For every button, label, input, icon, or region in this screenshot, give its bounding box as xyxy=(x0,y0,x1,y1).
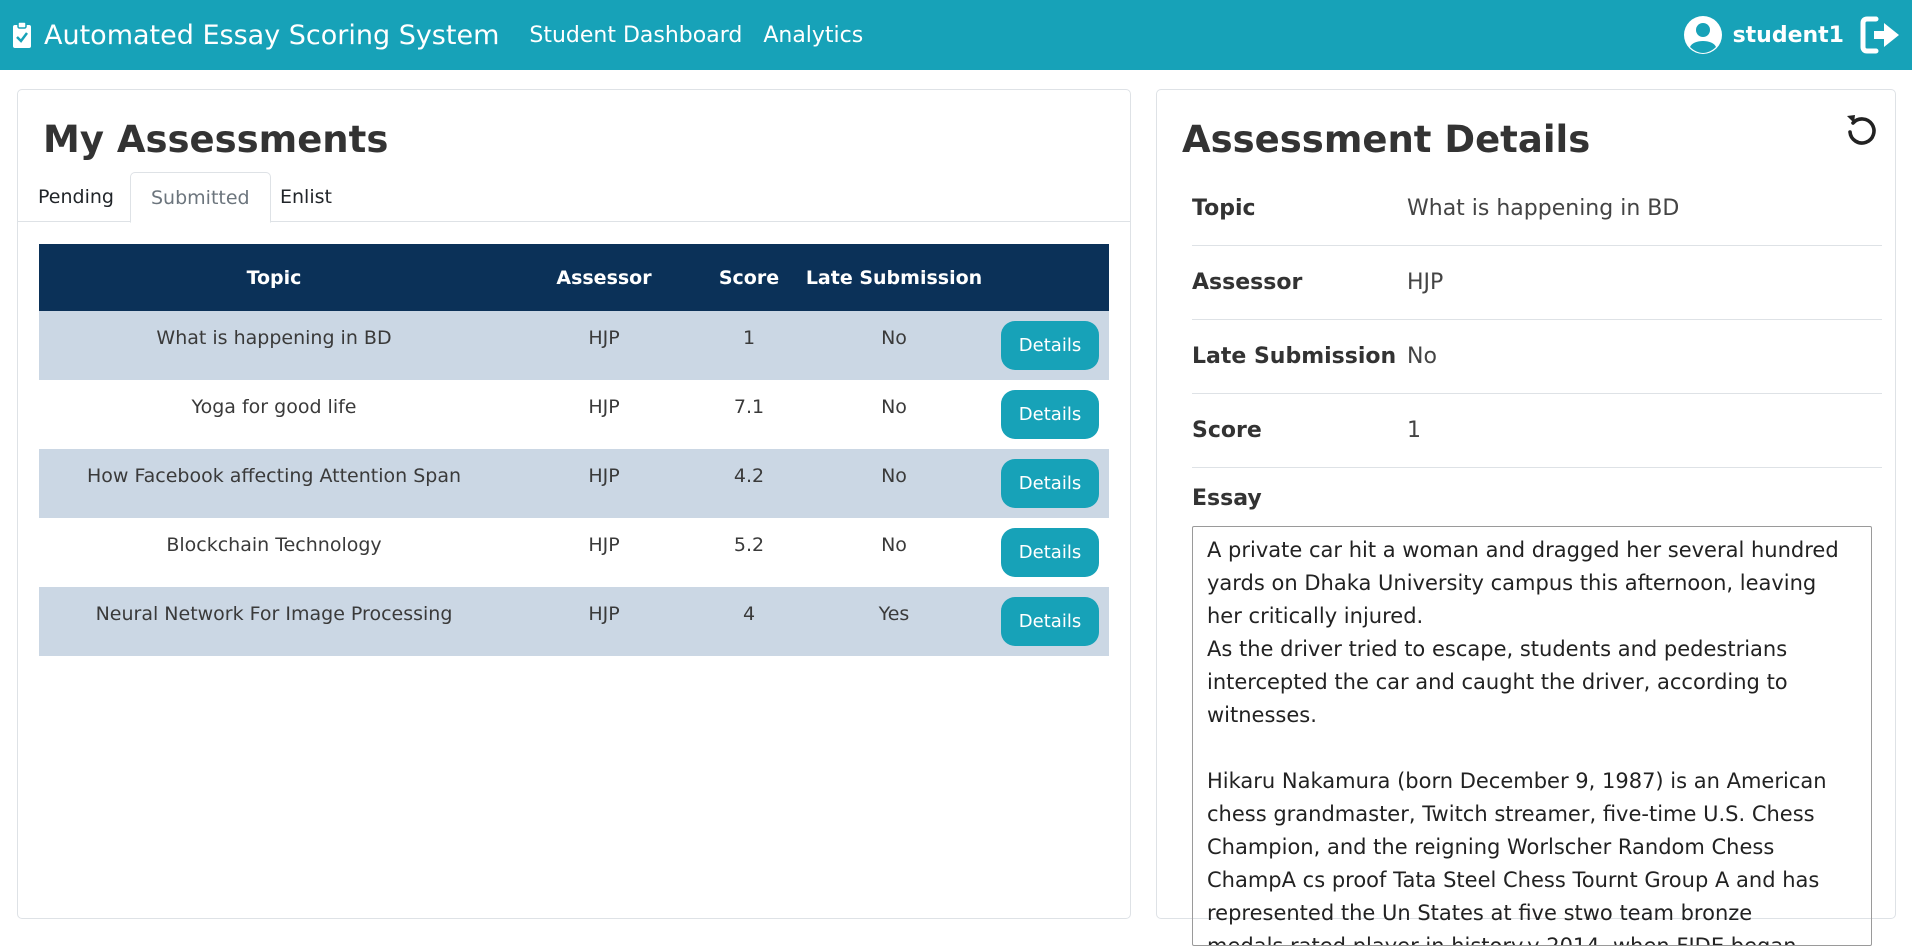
details-button[interactable]: Details xyxy=(1001,390,1099,439)
cell-assessor: HJP xyxy=(509,380,699,449)
detail-value-late-submission: No xyxy=(1407,344,1437,369)
details-button[interactable]: Details xyxy=(1001,597,1099,646)
cell-late: No xyxy=(799,311,989,380)
detail-value-score: 1 xyxy=(1407,418,1421,443)
column-header-action xyxy=(989,244,1109,311)
detail-label-late-submission: Late Submission xyxy=(1192,344,1397,369)
cell-late: No xyxy=(799,518,989,587)
cell-topic: Blockchain Technology xyxy=(39,518,509,587)
my-assessments-title: My Assessments xyxy=(43,118,389,161)
cell-late: No xyxy=(799,449,989,518)
refresh-icon[interactable] xyxy=(1844,112,1880,148)
cell-action: Details xyxy=(989,311,1109,380)
brand-title: Automated Essay Scoring System xyxy=(44,19,500,51)
cell-assessor: HJP xyxy=(509,518,699,587)
cell-topic: Yoga for good life xyxy=(39,380,509,449)
assessment-details-title: Assessment Details xyxy=(1182,118,1591,161)
table-row: Blockchain Technology HJP 5.2 No Details xyxy=(39,518,1109,587)
cell-assessor: HJP xyxy=(509,449,699,518)
column-header-topic: Topic xyxy=(39,244,509,311)
nav-student-dashboard[interactable]: Student Dashboard xyxy=(529,23,742,48)
essay-textarea[interactable]: A private car hit a woman and dragged he… xyxy=(1192,526,1872,946)
cell-score: 4.2 xyxy=(699,449,799,518)
brand-link[interactable]: Automated Essay Scoring System xyxy=(12,20,499,51)
assessment-tabs: Pending Submitted Enlist xyxy=(18,172,1130,223)
details-button[interactable]: Details xyxy=(1001,459,1099,508)
detail-row-topic: Topic What is happening in BD xyxy=(1192,172,1882,246)
tab-enlist[interactable]: Enlist xyxy=(260,172,352,222)
details-button[interactable]: Details xyxy=(1001,528,1099,577)
top-navbar: Automated Essay Scoring System Student D… xyxy=(0,0,1912,70)
cell-assessor: HJP xyxy=(509,311,699,380)
nav-analytics[interactable]: Analytics xyxy=(763,23,863,48)
assessment-details-card: Assessment Details Topic What is happeni… xyxy=(1156,89,1896,946)
detail-label-score: Score xyxy=(1192,418,1262,443)
column-header-late-submission: Late Submission xyxy=(799,244,989,311)
details-button[interactable]: Details xyxy=(1001,321,1099,370)
cell-score: 7.1 xyxy=(699,380,799,449)
detail-label-assessor: Assessor xyxy=(1192,270,1303,295)
essay-label: Essay xyxy=(1192,486,1262,511)
assessments-table: Topic Assessor Score Late Submission Wha… xyxy=(39,244,1109,656)
my-assessments-card: My Assessments Pending Submitted Enlist … xyxy=(17,89,1131,919)
cell-assessor: HJP xyxy=(509,587,699,656)
cell-topic: How Facebook affecting Attention Span xyxy=(39,449,509,518)
cell-late: Yes xyxy=(799,587,989,656)
cell-action: Details xyxy=(989,449,1109,518)
cell-score: 5.2 xyxy=(699,518,799,587)
user-circle-icon[interactable] xyxy=(1683,15,1723,55)
tab-pending[interactable]: Pending xyxy=(18,172,134,222)
table-row: Neural Network For Image Processing HJP … xyxy=(39,587,1109,656)
username[interactable]: student1 xyxy=(1733,23,1844,48)
cell-score: 1 xyxy=(699,311,799,380)
table-row: Yoga for good life HJP 7.1 No Details xyxy=(39,380,1109,449)
cell-late: No xyxy=(799,380,989,449)
cell-topic: Neural Network For Image Processing xyxy=(39,587,509,656)
clipboard-check-icon xyxy=(13,21,31,48)
detail-row-score: Score 1 xyxy=(1192,394,1882,468)
table-row: What is happening in BD HJP 1 No Details xyxy=(39,311,1109,380)
detail-row-assessor: Assessor HJP xyxy=(1192,246,1882,320)
sign-out-icon[interactable] xyxy=(1860,16,1902,54)
table-row: How Facebook affecting Attention Span HJ… xyxy=(39,449,1109,518)
cell-action: Details xyxy=(989,587,1109,656)
detail-value-topic: What is happening in BD xyxy=(1407,196,1680,221)
table-header-row: Topic Assessor Score Late Submission xyxy=(39,244,1109,311)
cell-action: Details xyxy=(989,518,1109,587)
user-area: student1 xyxy=(1683,0,1902,70)
column-header-score: Score xyxy=(699,244,799,311)
cell-action: Details xyxy=(989,380,1109,449)
cell-score: 4 xyxy=(699,587,799,656)
cell-topic: What is happening in BD xyxy=(39,311,509,380)
column-header-assessor: Assessor xyxy=(509,244,699,311)
detail-row-late-submission: Late Submission No xyxy=(1192,320,1882,394)
detail-label-topic: Topic xyxy=(1192,196,1256,221)
detail-value-assessor: HJP xyxy=(1407,270,1444,295)
tab-submitted[interactable]: Submitted xyxy=(130,172,271,223)
